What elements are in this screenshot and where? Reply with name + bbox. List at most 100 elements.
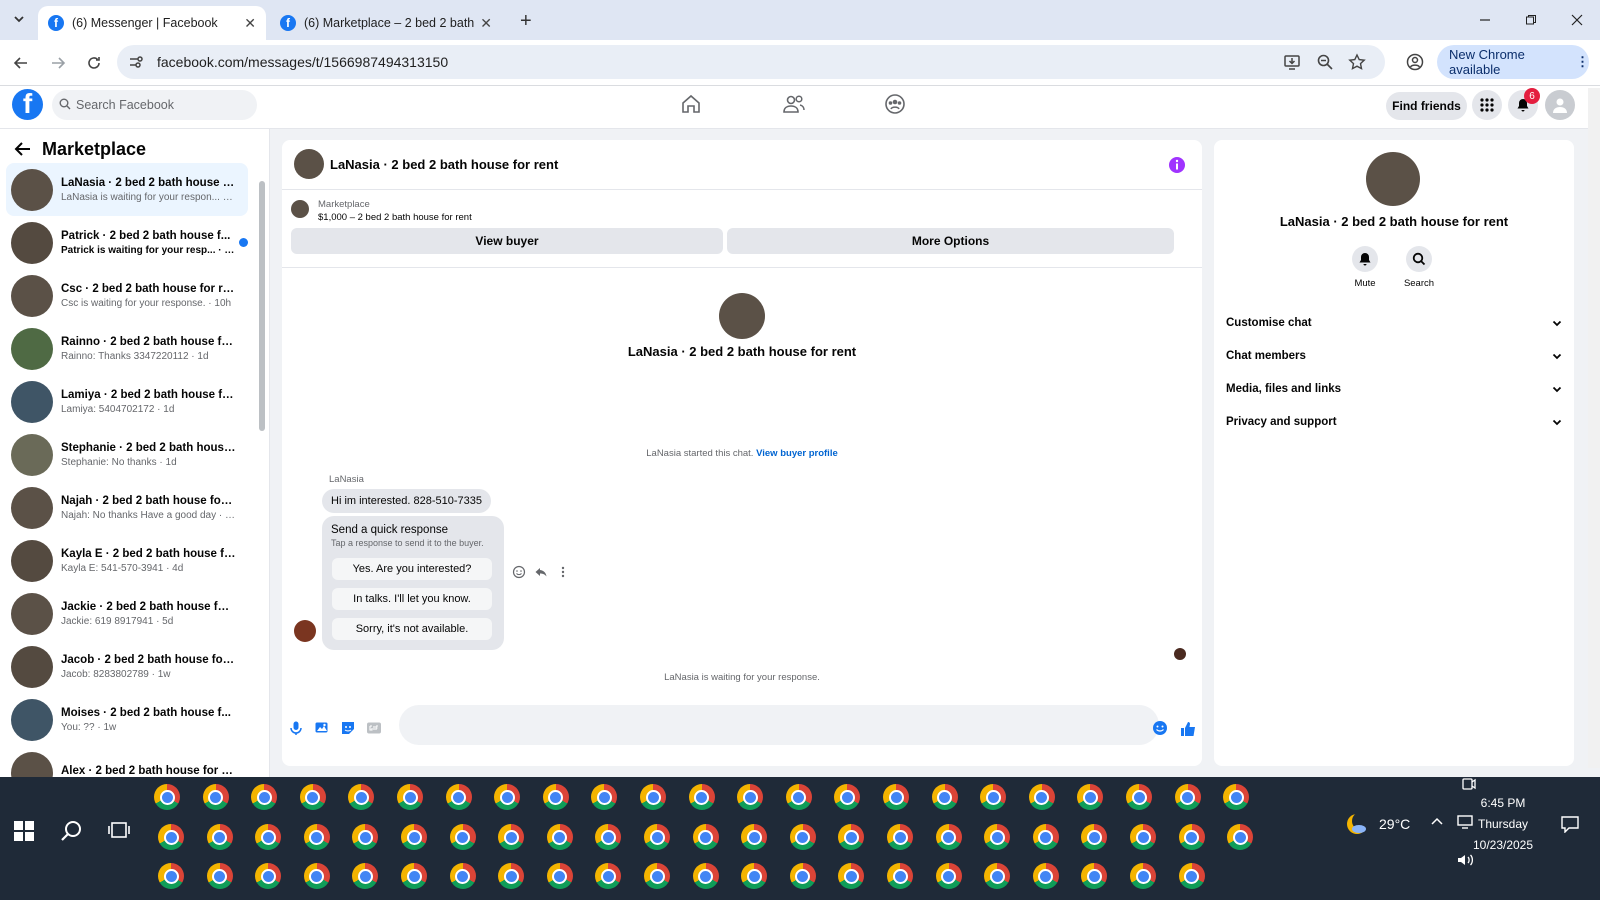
- conversation-item[interactable]: LaNasia · 2 bed 2 bath house fo... LaNasi…: [6, 163, 248, 216]
- url-bar[interactable]: facebook.com/messages/t/1566987494313150: [117, 45, 1385, 79]
- chrome-taskbar-icon[interactable]: [546, 824, 573, 850]
- chrome-taskbar-icon[interactable]: [202, 784, 229, 810]
- chrome-taskbar-icon[interactable]: [595, 863, 622, 889]
- chrome-taskbar-icon[interactable]: [1081, 824, 1108, 850]
- forward-icon[interactable]: [47, 52, 69, 74]
- chrome-taskbar-icon[interactable]: [158, 863, 184, 889]
- quick-response-not-available-button[interactable]: Sorry, it's not available.: [332, 618, 492, 640]
- conversation-item[interactable]: Alex · 2 bed 2 bath house for rent: [6, 746, 248, 777]
- find-friends-button[interactable]: Find friends: [1386, 92, 1467, 120]
- chrome-taskbar-icon[interactable]: [1032, 824, 1059, 850]
- message-bubble[interactable]: Hi im interested. 828-510-7335: [322, 489, 492, 513]
- chrome-taskbar-icon[interactable]: [1174, 784, 1201, 810]
- chrome-taskbar-icon[interactable]: [789, 824, 816, 850]
- privacy-support-row[interactable]: Privacy and support: [1226, 409, 1562, 435]
- chat-members-row[interactable]: Chat members: [1226, 343, 1562, 369]
- back-arrow-icon[interactable]: [14, 141, 32, 157]
- conversation-item[interactable]: Csc · 2 bed 2 bath house for rent Csc is …: [6, 269, 248, 322]
- conversation-item[interactable]: Stephanie · 2 bed 2 bath house ... Stepha…: [6, 428, 248, 481]
- chrome-taskbar-icon[interactable]: [1032, 863, 1059, 889]
- chrome-taskbar-icon[interactable]: [449, 863, 476, 889]
- chrome-taskbar-icon[interactable]: [251, 784, 278, 810]
- chrome-taskbar-icon[interactable]: [1223, 784, 1250, 810]
- chat-avatar[interactable]: [294, 149, 324, 179]
- search-icon[interactable]: [1406, 246, 1432, 272]
- profile-avatar[interactable]: [719, 293, 765, 339]
- chrome-taskbar-icon[interactable]: [546, 863, 573, 889]
- customise-chat-row[interactable]: Customise chat: [1226, 310, 1562, 336]
- chrome-taskbar-icon[interactable]: [1178, 824, 1205, 850]
- weather-widget[interactable]: 29°C: [1345, 812, 1410, 836]
- windows-start-icon[interactable]: [14, 821, 34, 841]
- chrome-taskbar-icon[interactable]: [591, 784, 618, 810]
- chrome-taskbar-icon[interactable]: [348, 784, 375, 810]
- chrome-taskbar-icon[interactable]: [401, 863, 427, 889]
- chrome-taskbar-icon[interactable]: [154, 784, 180, 810]
- chrome-taskbar-icon[interactable]: [887, 863, 913, 889]
- chrome-taskbar-icon[interactable]: [737, 784, 764, 810]
- conversation-item[interactable]: Patrick · 2 bed 2 bath house f... Patrick…: [6, 216, 248, 269]
- taskbar-search-icon[interactable]: [60, 819, 84, 843]
- info-icon[interactable]: [1168, 156, 1186, 174]
- chrome-taskbar-icon[interactable]: [838, 863, 865, 889]
- chrome-taskbar-icon[interactable]: [397, 784, 423, 810]
- facebook-search-input[interactable]: Search Facebook: [52, 90, 257, 120]
- chrome-taskbar-icon[interactable]: [255, 863, 282, 889]
- tab-messenger[interactable]: f (6) Messenger | Facebook ✕: [38, 6, 266, 40]
- chrome-taskbar-icon[interactable]: [688, 784, 715, 810]
- chrome-taskbar-icon[interactable]: [352, 824, 379, 850]
- chrome-taskbar-icon[interactable]: [883, 784, 909, 810]
- chat-title[interactable]: LaNasia · 2 bed 2 bath house for rent: [330, 157, 558, 172]
- scrollbar-thumb[interactable]: [259, 181, 265, 431]
- close-tab-icon[interactable]: ✕: [244, 15, 256, 32]
- close-tab-icon[interactable]: ✕: [480, 15, 492, 32]
- chrome-update-button[interactable]: New Chrome available ⋮: [1437, 45, 1589, 79]
- chrome-taskbar-icon[interactable]: [255, 824, 282, 850]
- photo-icon[interactable]: [314, 720, 330, 736]
- listing-price-title[interactable]: $1,000 – 2 bed 2 bath house for rent: [318, 212, 472, 223]
- system-clock[interactable]: 6:45 PM Thursday 10/23/2025: [1458, 793, 1548, 856]
- site-info-icon[interactable]: [127, 53, 145, 71]
- bell-icon[interactable]: [1352, 246, 1378, 272]
- chrome-taskbar-icon[interactable]: [1130, 863, 1156, 889]
- message-input[interactable]: [399, 705, 1159, 745]
- conversation-item[interactable]: Najah · 2 bed 2 bath house for ... Najah:…: [6, 481, 248, 534]
- chrome-taskbar-icon[interactable]: [352, 863, 379, 889]
- chrome-taskbar-icon[interactable]: [935, 824, 962, 850]
- chrome-taskbar-icon[interactable]: [595, 824, 622, 850]
- notifications-center-icon[interactable]: [1560, 815, 1580, 833]
- sticker-icon[interactable]: [340, 720, 356, 736]
- chrome-taskbar-icon[interactable]: [494, 784, 521, 810]
- install-app-icon[interactable]: [1283, 53, 1301, 71]
- chrome-taskbar-icon[interactable]: [741, 824, 768, 850]
- bookmark-star-icon[interactable]: [1348, 53, 1366, 71]
- meet-now-icon[interactable]: [1460, 777, 1476, 791]
- chrome-taskbar-icon[interactable]: [1077, 784, 1104, 810]
- zoom-icon[interactable]: [1316, 53, 1334, 71]
- tab-marketplace[interactable]: f (6) Marketplace – 2 bed 2 bath ✕: [270, 6, 502, 40]
- microphone-icon[interactable]: [288, 720, 304, 736]
- more-vertical-icon[interactable]: [556, 565, 570, 579]
- facebook-logo-icon[interactable]: f: [12, 89, 43, 120]
- chrome-taskbar-icon[interactable]: [206, 863, 233, 889]
- chrome-taskbar-icon[interactable]: [789, 863, 816, 889]
- tab-search-button[interactable]: [8, 8, 30, 30]
- conversation-item[interactable]: Jacob · 2 bed 2 bath house for r... Jacob…: [6, 640, 248, 693]
- media-files-links-row[interactable]: Media, files and links: [1226, 376, 1562, 402]
- chrome-taskbar-icon[interactable]: [498, 824, 525, 850]
- minimize-icon[interactable]: [1470, 8, 1500, 32]
- view-buyer-profile-link[interactable]: View buyer profile: [756, 448, 838, 459]
- emoji-icon[interactable]: [1152, 720, 1168, 736]
- reload-icon[interactable]: [83, 52, 105, 74]
- new-tab-button[interactable]: +: [520, 10, 532, 33]
- chrome-taskbar-icon[interactable]: [542, 784, 569, 810]
- chrome-taskbar-icon[interactable]: [834, 784, 861, 810]
- chrome-taskbar-icon[interactable]: [1227, 824, 1254, 850]
- sender-avatar[interactable]: [294, 620, 316, 642]
- more-options-button[interactable]: More Options: [727, 228, 1174, 254]
- chrome-taskbar-icon[interactable]: [887, 824, 913, 850]
- conversation-item[interactable]: Moises · 2 bed 2 bath house f... You: ?? …: [6, 693, 248, 746]
- chrome-taskbar-icon[interactable]: [303, 863, 330, 889]
- page-scrollbar[interactable]: [1588, 88, 1600, 768]
- chrome-taskbar-icon[interactable]: [984, 863, 1011, 889]
